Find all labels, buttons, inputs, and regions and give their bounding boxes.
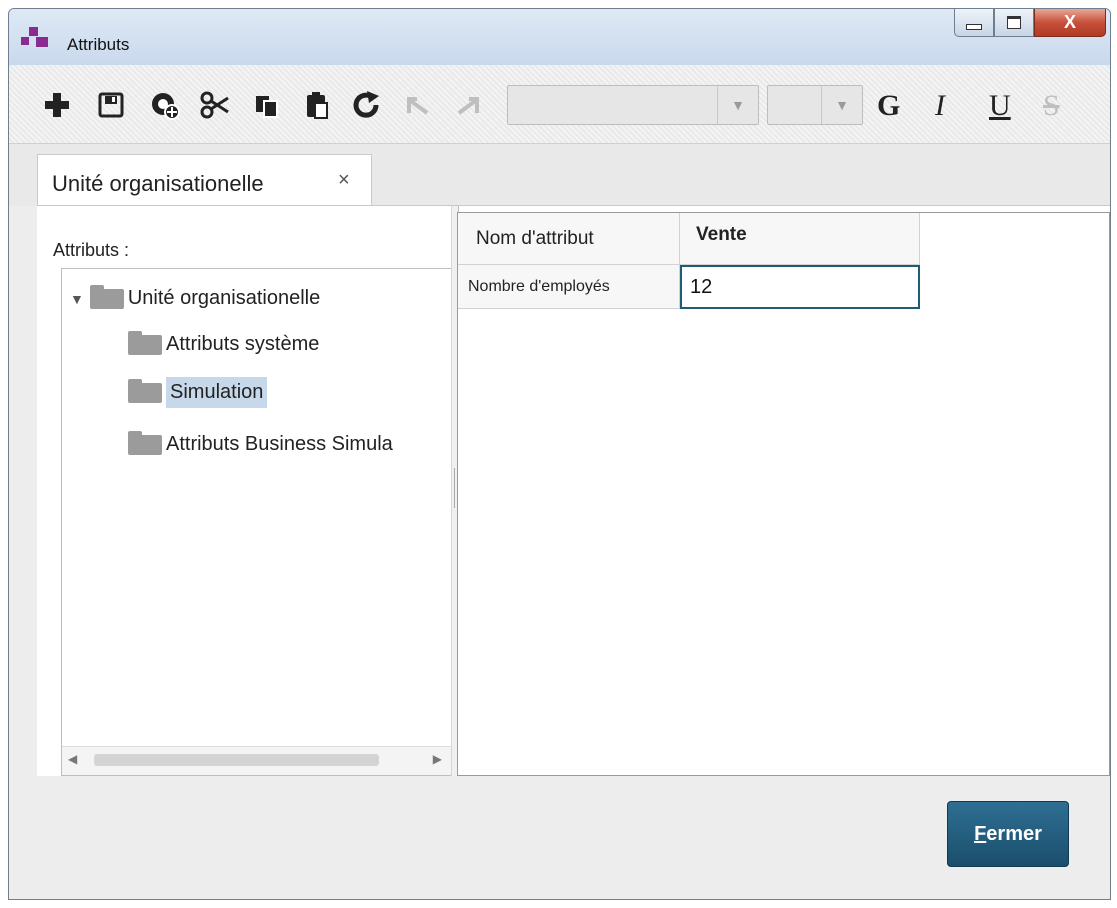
scroll-left-icon[interactable]: ◀ xyxy=(68,752,77,766)
toolbar: ▼ ▼ G I U S xyxy=(9,65,1110,144)
tree-item-attributs-systeme[interactable]: Attributs système xyxy=(128,330,320,356)
strikethrough-button[interactable]: S xyxy=(1043,89,1060,123)
tree-item-label: Attributs Business Simula xyxy=(166,433,393,455)
grid-header-label: Nom d'attribut xyxy=(458,213,680,265)
redo-button[interactable] xyxy=(449,87,485,123)
chevron-down-icon[interactable]: ▼ xyxy=(821,86,862,124)
copy-button[interactable] xyxy=(249,87,285,123)
folder-icon xyxy=(128,378,162,403)
chevron-down-icon[interactable]: ▼ xyxy=(717,86,758,124)
paste-icon xyxy=(307,92,328,119)
add-element-icon xyxy=(152,93,180,120)
close-icon: X xyxy=(1063,12,1076,32)
close-button[interactable]: Fermer xyxy=(947,801,1069,867)
tab-bar: Unité organisationelle × xyxy=(9,144,1110,208)
copy-icon xyxy=(256,96,278,118)
add-element-button[interactable] xyxy=(147,87,183,123)
close-window-button[interactable]: X xyxy=(1034,9,1106,37)
tree-item-unite-organisationelle[interactable]: ▼ Unité organisationelle xyxy=(70,284,321,310)
attributes-label: Attributs : xyxy=(53,240,130,260)
cut-button[interactable] xyxy=(197,87,233,123)
maximize-button[interactable] xyxy=(994,9,1034,37)
undo-button[interactable] xyxy=(401,87,437,123)
folder-icon xyxy=(89,284,124,309)
scroll-right-icon[interactable]: ▶ xyxy=(433,752,442,766)
app-logo-icon xyxy=(21,27,49,49)
add-button[interactable] xyxy=(39,87,75,123)
folder-icon xyxy=(128,330,162,355)
tab-unite-organisationelle[interactable]: Unité organisationelle × xyxy=(37,154,372,208)
redo-icon xyxy=(457,97,479,115)
refresh-icon xyxy=(353,91,379,118)
title-bar[interactable]: Attributs X xyxy=(9,9,1110,65)
content-area: Attributs : ▼ Unité organisationelle Att… xyxy=(37,205,1110,776)
save-icon xyxy=(98,92,124,118)
attributes-panel: Attributs : ▼ Unité organisationelle Att… xyxy=(37,206,451,776)
tree-item-label: Unité organisationelle xyxy=(127,287,321,309)
window-title: Attributs xyxy=(67,35,130,54)
window: Attributs X ▼ ▼ G I U S Unité organisati… xyxy=(8,8,1111,900)
refresh-button[interactable] xyxy=(349,87,385,123)
splitter-grip xyxy=(454,468,455,508)
grid-header-value: Vente xyxy=(680,213,920,265)
employee-count-input[interactable]: 12 xyxy=(680,265,920,309)
tree-item-label: Simulation xyxy=(166,377,268,408)
font-family-select[interactable]: ▼ xyxy=(507,85,759,125)
cut-icon xyxy=(200,91,229,119)
tab-label: Unité organisationelle xyxy=(52,171,264,196)
font-size-select[interactable]: ▼ xyxy=(767,85,863,125)
bold-button[interactable]: G xyxy=(877,89,900,123)
scrollbar-thumb[interactable] xyxy=(94,754,379,766)
add-icon xyxy=(45,93,69,117)
attribute-tree[interactable]: ▼ Unité organisationelle Attributs systè… xyxy=(61,268,451,776)
minimize-icon xyxy=(966,23,982,30)
close-button-mnemonic: F xyxy=(974,822,987,845)
maximize-icon xyxy=(1007,16,1021,29)
italic-button[interactable]: I xyxy=(935,89,945,123)
paste-button[interactable] xyxy=(299,87,335,123)
close-button-label: ermer xyxy=(986,822,1042,845)
minimize-button[interactable] xyxy=(954,9,994,37)
tree-item-label: Attributs système xyxy=(166,333,320,355)
tree-item-simulation[interactable]: Simulation xyxy=(128,377,268,408)
folder-icon xyxy=(128,430,162,455)
window-controls: X xyxy=(954,9,1106,39)
tree-item-attributs-business-simulation[interactable]: Attributs Business Simula xyxy=(128,430,393,456)
undo-icon xyxy=(407,97,429,115)
close-icon[interactable]: × xyxy=(338,169,350,192)
grid-row-label: Nombre d'employés xyxy=(458,265,680,309)
expand-arrow-icon[interactable]: ▼ xyxy=(70,291,84,307)
underline-button[interactable]: U xyxy=(989,89,1011,123)
save-button[interactable] xyxy=(93,87,129,123)
attribute-grid: Nom d'attribut Vente Nombre d'employés 1… xyxy=(457,212,1110,776)
horizontal-scrollbar[interactable]: ◀ ▶ xyxy=(62,746,451,775)
